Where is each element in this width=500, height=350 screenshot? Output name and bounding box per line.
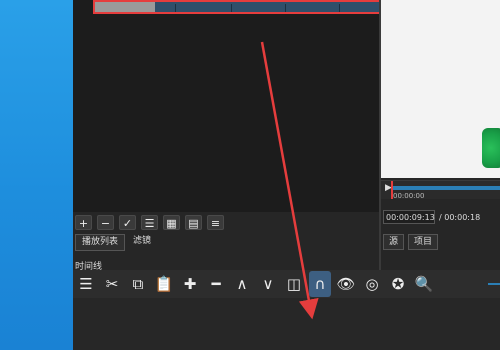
paste-icon[interactable]: 📋: [151, 271, 177, 297]
strip-divider: [231, 4, 232, 12]
lift-icon[interactable]: ∧: [229, 271, 255, 297]
current-timecode[interactable]: 00:00:09:13: [383, 210, 435, 224]
desktop-background: [0, 0, 73, 350]
menu-icon[interactable]: ☰: [73, 271, 99, 297]
player-ruler[interactable]: ▶ 00:00:00: [381, 180, 500, 200]
tab-project[interactable]: 项目: [408, 234, 439, 250]
playlist-toolbar: + − ✓ ☰ ▦ ▤ ≡: [75, 215, 224, 230]
tab-playlist[interactable]: 播放列表: [75, 234, 126, 251]
table-view-icon[interactable]: ▤: [185, 215, 202, 230]
minus-icon[interactable]: −: [97, 215, 114, 230]
list-view-icon[interactable]: ☰: [141, 215, 158, 230]
ripple-all-icon[interactable]: ✪: [385, 271, 411, 297]
remove-icon[interactable]: ━: [203, 271, 229, 297]
zoom-slider[interactable]: [488, 283, 500, 285]
strip-divider: [339, 4, 340, 12]
tab-filters[interactable]: 滤镜: [127, 234, 157, 249]
overwrite-icon[interactable]: ∨: [255, 271, 281, 297]
clip-thumbnail: [95, 2, 155, 12]
snap-magnet-icon[interactable]: ∩: [309, 271, 331, 297]
split-icon[interactable]: ◫: [281, 271, 307, 297]
ruler-tick-label: 00:00:00: [393, 192, 425, 200]
menu-icon[interactable]: ≡: [207, 215, 224, 230]
timeline-toolbar: ☰ ✂ ⧉ 📋 ✚ ━ ∧ ∨ ◫ ∩ 👁 ◎ ✪ 🔍: [73, 270, 500, 298]
plus-icon[interactable]: +: [75, 215, 92, 230]
player-tabs: 源 项目: [383, 234, 439, 250]
timecode-row: 00:00:09:13 / 00:00:18: [383, 208, 480, 226]
copy-icon[interactable]: ⧉: [125, 271, 151, 297]
playlist-panel: [73, 0, 381, 212]
scrub-eye-icon[interactable]: 👁: [333, 271, 359, 297]
ripple-icon[interactable]: ◎: [359, 271, 385, 297]
highlighted-clip-strip[interactable]: [93, 0, 381, 14]
total-duration: / 00:00:18: [439, 212, 481, 222]
shotcut-window: ⋮ ▶ 00:00:00 00:00:09:13 / 00:00:18 源 项目…: [73, 0, 500, 350]
preview-plant: [482, 128, 500, 168]
video-preview: [381, 0, 500, 178]
grid-view-icon[interactable]: ▦: [163, 215, 180, 230]
tab-source[interactable]: 源: [383, 234, 405, 250]
check-icon[interactable]: ✓: [119, 215, 136, 230]
cut-icon[interactable]: ✂: [99, 271, 125, 297]
append-icon[interactable]: ✚: [177, 271, 203, 297]
zoom-out-icon[interactable]: 🔍: [411, 271, 437, 297]
playlist-tabs: 播放列表 滤镜: [75, 234, 157, 251]
strip-divider: [175, 4, 176, 12]
strip-divider: [285, 4, 286, 12]
timeline-tracks-area[interactable]: [73, 298, 500, 350]
ruler-progress: [393, 186, 500, 190]
